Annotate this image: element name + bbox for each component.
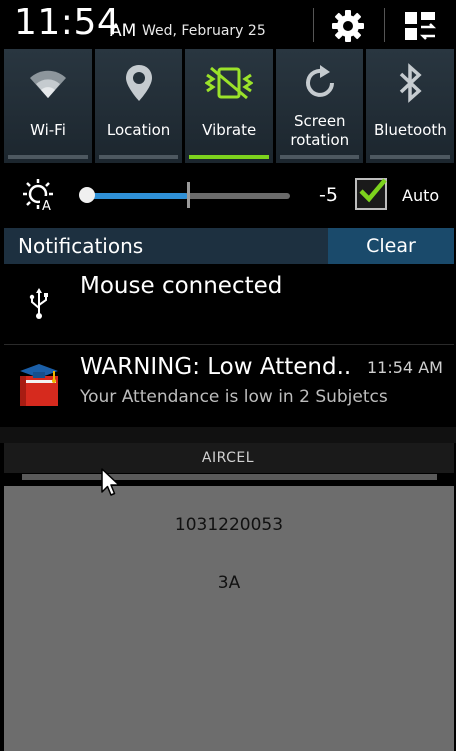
clock-ampm: AM: [110, 21, 137, 41]
toggle-indicator: [370, 155, 450, 159]
toggle-location[interactable]: Location: [94, 49, 183, 163]
toggle-vibrate[interactable]: Vibrate: [185, 49, 273, 163]
bluetooth-icon: [366, 61, 454, 105]
content-line: 3A: [217, 573, 241, 593]
grid-switch-icon[interactable]: [400, 6, 440, 46]
auto-brightness-checkbox[interactable]: [355, 178, 387, 210]
toggle-label: Bluetooth: [373, 121, 447, 139]
brightness-slider-handle[interactable]: [79, 187, 95, 203]
checkmark-icon: [359, 178, 387, 203]
quick-settings: Wi-Fi Location Vibrate Screen rotation B…: [4, 49, 454, 163]
toggle-label: Location: [106, 121, 171, 139]
vibrate-icon: [185, 61, 273, 105]
brightness-slider-fill: [86, 193, 188, 199]
rotation-icon: [276, 61, 364, 105]
notification-title: WARNING: Low Attend..: [80, 354, 352, 380]
carrier-label: AIRCEL: [201, 450, 255, 466]
status-date: Wed, February 25: [142, 23, 266, 39]
toggle-label: Wi-Fi: [30, 121, 66, 139]
usb-icon: [22, 286, 56, 320]
toggle-indicator: [8, 155, 88, 159]
divider: [384, 8, 385, 42]
wifi-icon: [4, 61, 92, 105]
clock-time: 11:54: [14, 2, 121, 43]
attendance-app-icon: [16, 360, 62, 408]
toggle-indicator: [279, 155, 360, 159]
mouse-cursor-icon: [101, 468, 121, 498]
toggle-indicator: [189, 155, 269, 159]
notification-time: 11:54 AM: [367, 358, 443, 377]
location-pin-icon: [95, 61, 183, 105]
toggle-indicator: [98, 155, 179, 159]
brightness-default-mark: [187, 182, 190, 208]
toggle-bluetooth[interactable]: Bluetooth: [366, 49, 454, 163]
notifications-title: Notifications: [18, 234, 144, 258]
brightness-value: -5: [319, 184, 338, 206]
drag-handle[interactable]: [22, 474, 437, 480]
gear-icon[interactable]: [328, 6, 368, 46]
svg-text:A: A: [42, 199, 51, 212]
toggle-label: Vibrate: [202, 121, 257, 139]
brightness-auto-icon: A: [22, 178, 56, 214]
divider: [313, 8, 314, 42]
notification-title: Mouse connected: [80, 273, 283, 299]
notification-text: Your Attendance is low in 2 Subjetcs: [80, 387, 388, 407]
content-line: 1031220053: [174, 515, 284, 535]
toggle-screen-rotation[interactable]: Screen rotation: [275, 49, 364, 163]
auto-label: Auto: [402, 186, 440, 205]
panel-gap: [0, 427, 456, 443]
clear-button[interactable]: Clear: [328, 228, 454, 264]
toggle-wifi[interactable]: Wi-Fi: [4, 49, 92, 163]
toggle-label: Screen rotation: [290, 112, 350, 149]
